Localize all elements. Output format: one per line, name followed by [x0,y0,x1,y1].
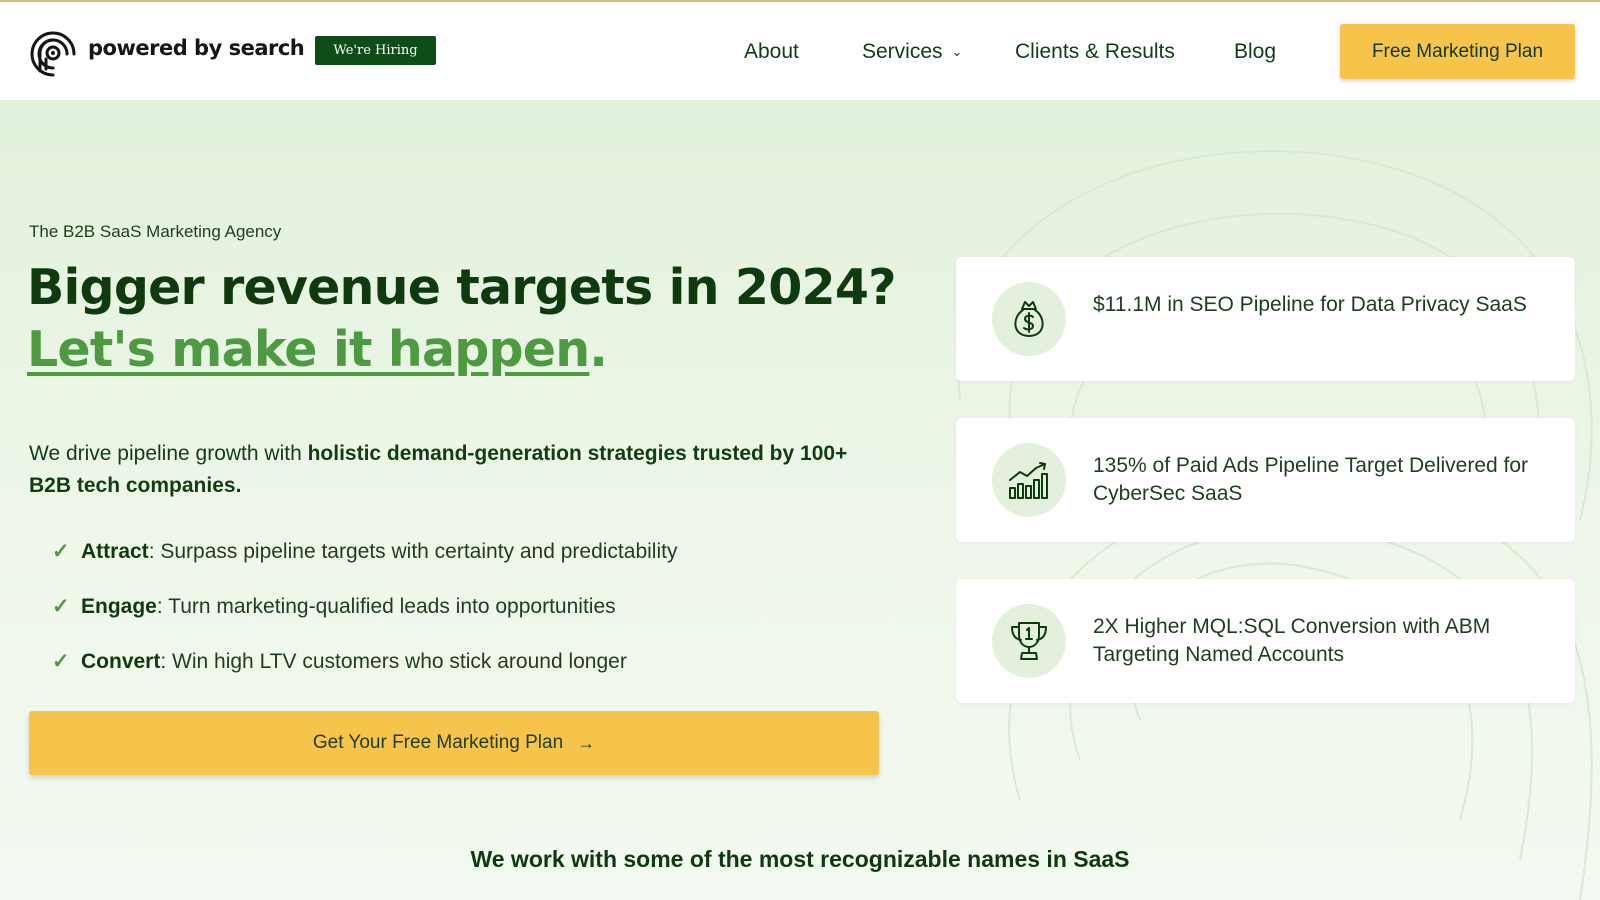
bullet-convert-text: : Win high LTV customers who stick aroun… [160,650,627,673]
nav-clients-results[interactable]: Clients & Results [1015,40,1175,64]
nav-about-label: About [744,40,799,63]
bullet-engage: ✓ Engage: Turn marketing-qualified leads … [52,594,616,619]
money-bag-icon [992,282,1066,356]
hero-headline-line1: Bigger revenue targets in 2024? [27,259,897,316]
result-text-seo: $11.1M in SEO Pipeline for Data Privacy … [1093,293,1527,316]
free-marketing-plan-button[interactable]: Free Marketing Plan [1340,24,1575,79]
chevron-down-icon: ⌄ [951,44,963,59]
hero-headline-accent: Let's make it happen [27,321,590,378]
trophy-icon [992,604,1066,678]
site-header: powered by search We're Hiring About Ser… [0,2,1600,100]
nav-clients-label: Clients & Results [1015,40,1175,63]
bullet-convert: ✓ Convert: Win high LTV customers who sti… [52,649,627,674]
result-card-paid-ads[interactable]: 135% of Paid Ads Pipeline Target Deliver… [956,418,1575,542]
bullet-attract-term: Attract [81,540,149,563]
get-free-marketing-plan-button[interactable]: Get Your Free Marketing Plan → [29,711,879,775]
checkmark-icon: ✓ [52,540,70,563]
nav-services-label: Services [862,40,943,63]
nav-blog[interactable]: Blog [1234,40,1276,64]
nav-services[interactable]: Services ⌄ [862,40,962,64]
hero-lead: We drive pipeline growth with holistic d… [29,438,889,502]
bullet-engage-text: : Turn marketing-qualified leads into op… [156,595,616,618]
hero-headline: Bigger revenue targets in 2024? Let's ma… [27,257,897,381]
result-text-abm: 2X Higher MQL:SQL Conversion with ABM Ta… [1093,615,1491,666]
hero-headline-period: . [589,321,608,378]
nav-blog-label: Blog [1234,40,1277,63]
bullet-convert-term: Convert [81,650,161,673]
checkmark-icon: ✓ [52,595,70,618]
nav-about[interactable]: About [744,40,799,64]
hero-eyebrow: The B2B SaaS Marketing Agency [29,222,282,241]
bullet-engage-term: Engage [81,595,157,618]
bullet-attract: ✓ Attract: Surpass pipeline targets with … [52,539,677,564]
checkmark-icon: ✓ [52,650,70,673]
hiring-badge[interactable]: We're Hiring [315,36,436,65]
bar-chart-growth-icon [992,443,1066,517]
get-free-marketing-plan-label: Get Your Free Marketing Plan [312,732,564,753]
powered-by-search-logo-icon[interactable] [29,29,77,77]
result-card-abm[interactable]: 2X Higher MQL:SQL Conversion with ABM Ta… [956,579,1575,703]
bullet-attract-text: : Surpass pipeline targets with certaint… [148,540,678,563]
result-card-seo[interactable]: $11.1M in SEO Pipeline for Data Privacy … [956,257,1575,381]
result-text-paid-ads: 135% of Paid Ads Pipeline Target Deliver… [1093,454,1529,505]
arrow-right-icon: → [577,732,596,753]
hero-lead-plain: We drive pipeline growth with [29,442,308,465]
clients-heading: We work with some of the most recognizab… [470,846,1130,872]
brand-name[interactable]: powered by search [88,36,305,60]
